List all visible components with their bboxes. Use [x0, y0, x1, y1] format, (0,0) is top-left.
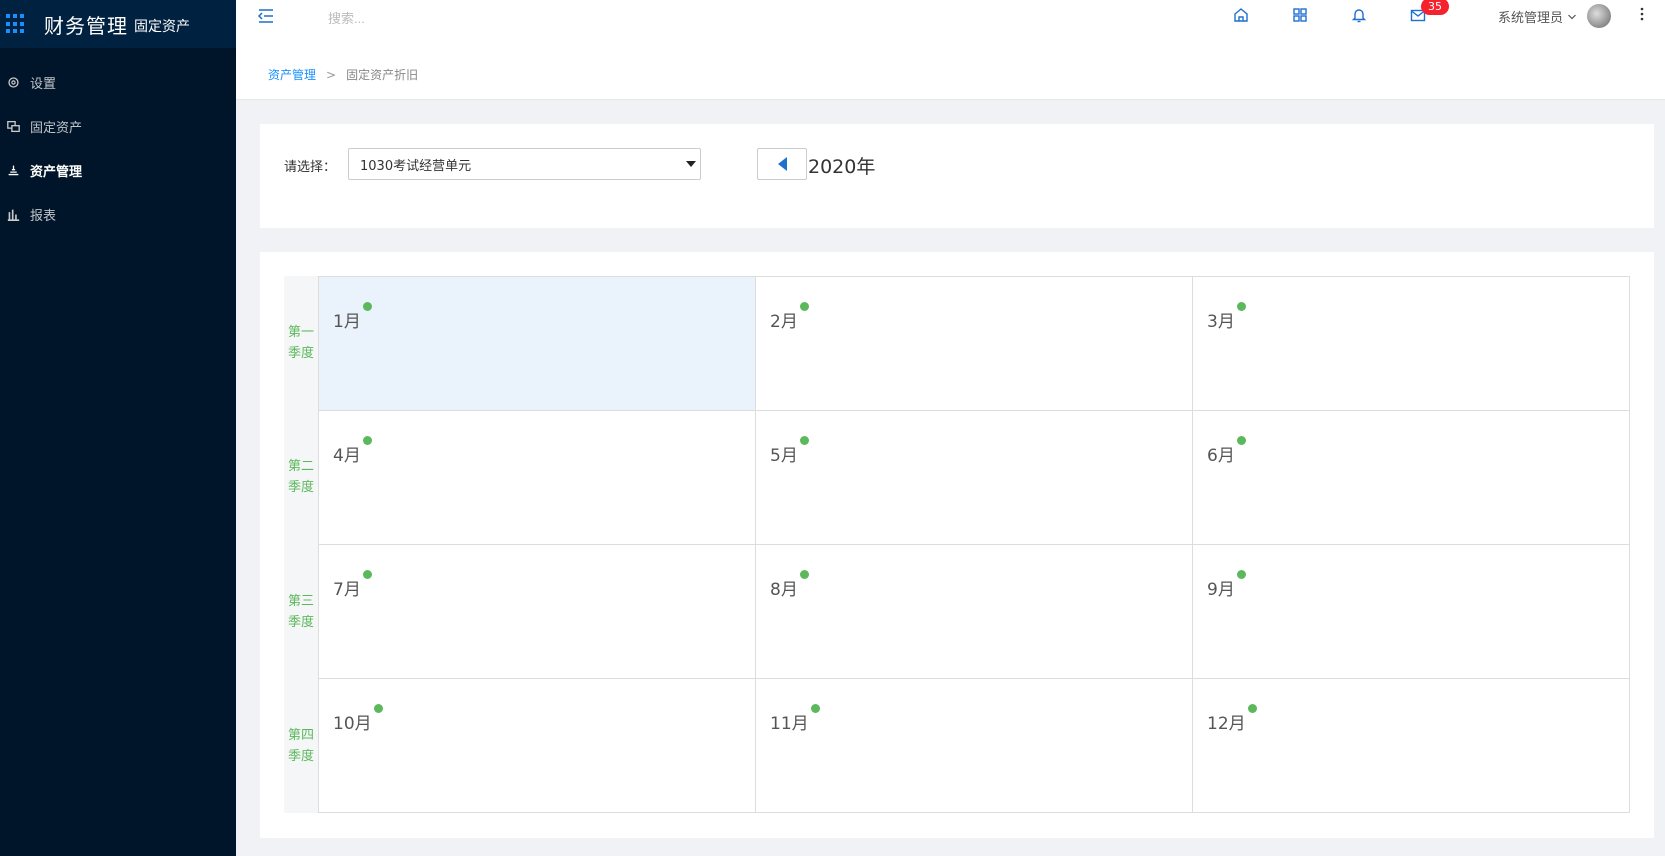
year-display: 2020年: [808, 156, 876, 178]
sidebar-item-label: 固定资产: [30, 120, 83, 136]
month-text: 11月: [770, 714, 809, 734]
user-menu[interactable]: 系统管理员: [1498, 4, 1612, 28]
status-dot-icon: [362, 436, 372, 445]
app-subtitle: 固定资产: [134, 19, 190, 35]
breadcrumb: 资产管理 > 固定资产折旧: [236, 50, 1665, 100]
month-calendar: 第一季度 第二季度 第三季度 第四季度 1月 2月 3月 4月 5月 6月 7月…: [284, 276, 1630, 813]
month-text: 7月: [333, 580, 361, 600]
dropdown-caret-icon: [686, 161, 696, 167]
unit-select-value: 1030考试经营单元: [360, 158, 472, 174]
month-text: 5月: [770, 446, 798, 466]
home-icon[interactable]: [1232, 6, 1252, 26]
month-cell-2[interactable]: 2月: [756, 277, 1193, 411]
gear-icon: [6, 75, 20, 89]
status-dot-icon: [373, 704, 383, 713]
quarter-label-q4: 第四季度: [287, 727, 314, 764]
quarter-label-q2: 第二季度: [287, 459, 314, 496]
month-label: 1月: [333, 302, 372, 332]
month-cell-4[interactable]: 4月: [319, 411, 756, 545]
bell-icon[interactable]: [1350, 6, 1370, 26]
status-dot-icon: [1236, 436, 1246, 445]
sidebar: 财务管理 固定资产 设置 固定资产 资产管理 报表: [0, 0, 236, 856]
month-label: 4月: [333, 436, 372, 466]
month-cell-3[interactable]: 3月: [1193, 277, 1630, 411]
status-dot-icon: [810, 704, 820, 713]
sidebar-item-asset-management[interactable]: 资产管理: [0, 148, 236, 192]
month-cell-11[interactable]: 11月: [756, 679, 1193, 813]
caret-left-icon: [777, 157, 787, 171]
month-cell-8[interactable]: 8月: [756, 545, 1193, 679]
month-text: 3月: [1207, 312, 1235, 332]
status-dot-icon: [799, 436, 809, 445]
sidebar-item-reports[interactable]: 报表: [0, 192, 236, 236]
mail-count-badge: 35: [1421, 0, 1449, 15]
sidebar-item-label: 设置: [30, 76, 57, 92]
filter-panel: 请选择： 1030考试经营单元 2020年: [260, 124, 1654, 228]
month-cell-12[interactable]: 12月: [1193, 679, 1630, 813]
status-dot-icon: [799, 570, 809, 579]
quarter-label-q1: 第一季度: [287, 325, 314, 362]
month-text: 6月: [1207, 446, 1235, 466]
month-cell-5[interactable]: 5月: [756, 411, 1193, 545]
month-label: 12月: [1207, 704, 1257, 734]
bar-chart-icon: [6, 207, 20, 221]
quarter-label-q3: 第三季度: [287, 593, 314, 630]
month-text: 8月: [770, 580, 798, 600]
assets-icon: [6, 119, 20, 133]
menu-collapse-icon[interactable]: [256, 6, 278, 28]
app-title: 财务管理: [44, 13, 128, 38]
month-label: 10月: [333, 704, 383, 734]
sidebar-menu: 设置 固定资产 资产管理 报表: [0, 60, 236, 236]
avatar[interactable]: [1587, 4, 1612, 28]
month-text: 12月: [1207, 714, 1246, 734]
status-dot-icon: [1236, 302, 1246, 311]
unit-select-label: 请选择：: [284, 160, 337, 175]
month-label: 7月: [333, 570, 372, 600]
month-calendar-panel: 第一季度 第二季度 第三季度 第四季度 1月 2月 3月 4月 5月 6月 7月…: [260, 252, 1654, 838]
unit-select[interactable]: 1030考试经营单元: [348, 148, 701, 180]
sidebar-item-fixed-assets[interactable]: 固定资产: [0, 104, 236, 148]
more-vertical-icon[interactable]: [1639, 6, 1651, 26]
chevron-down-icon: [1567, 7, 1577, 26]
prev-year-button[interactable]: [757, 148, 807, 180]
month-label: 6月: [1207, 436, 1246, 466]
quarter-column: 第一季度 第二季度 第三季度 第四季度: [284, 276, 318, 813]
month-cell-6[interactable]: 6月: [1193, 411, 1630, 545]
breadcrumb-asset-management[interactable]: 资产管理: [268, 66, 316, 83]
status-dot-icon: [1236, 570, 1246, 579]
month-cell-9[interactable]: 9月: [1193, 545, 1630, 679]
status-dot-icon: [362, 302, 372, 311]
month-label: 8月: [770, 570, 809, 600]
month-text: 2月: [770, 312, 798, 332]
status-dot-icon: [1247, 704, 1257, 713]
month-cell-7[interactable]: 7月: [319, 545, 756, 679]
breadcrumb-current: 固定资产折旧: [346, 68, 419, 82]
status-dot-icon: [799, 302, 809, 311]
status-dot-icon: [362, 570, 372, 579]
month-label: 11月: [770, 704, 820, 734]
apps-grid-icon[interactable]: [1291, 6, 1311, 26]
user-name: 系统管理员: [1498, 10, 1564, 26]
month-label: 5月: [770, 436, 809, 466]
month-text: 9月: [1207, 580, 1235, 600]
month-cell-10[interactable]: 10月: [319, 679, 756, 813]
breadcrumb-separator: >: [326, 67, 337, 82]
month-text: 10月: [333, 714, 372, 734]
asset-manage-icon: [6, 163, 20, 177]
brand: 财务管理 固定资产: [0, 0, 236, 48]
sidebar-item-settings[interactable]: 设置: [0, 60, 236, 104]
month-label: 3月: [1207, 302, 1246, 332]
month-cell-1[interactable]: 1月: [319, 277, 756, 411]
sidebar-item-label: 报表: [30, 208, 57, 224]
sidebar-item-label: 资产管理: [30, 164, 83, 180]
top-header: 35 系统管理员: [236, 0, 1665, 50]
month-text: 1月: [333, 312, 361, 332]
month-grid: 1月 2月 3月 4月 5月 6月 7月 8月 9月 10月 11月 12月: [318, 276, 1630, 813]
search-input[interactable]: [328, 8, 548, 28]
month-label: 2月: [770, 302, 809, 332]
app-grid-icon[interactable]: [6, 14, 26, 34]
month-label: 9月: [1207, 570, 1246, 600]
month-text: 4月: [333, 446, 361, 466]
